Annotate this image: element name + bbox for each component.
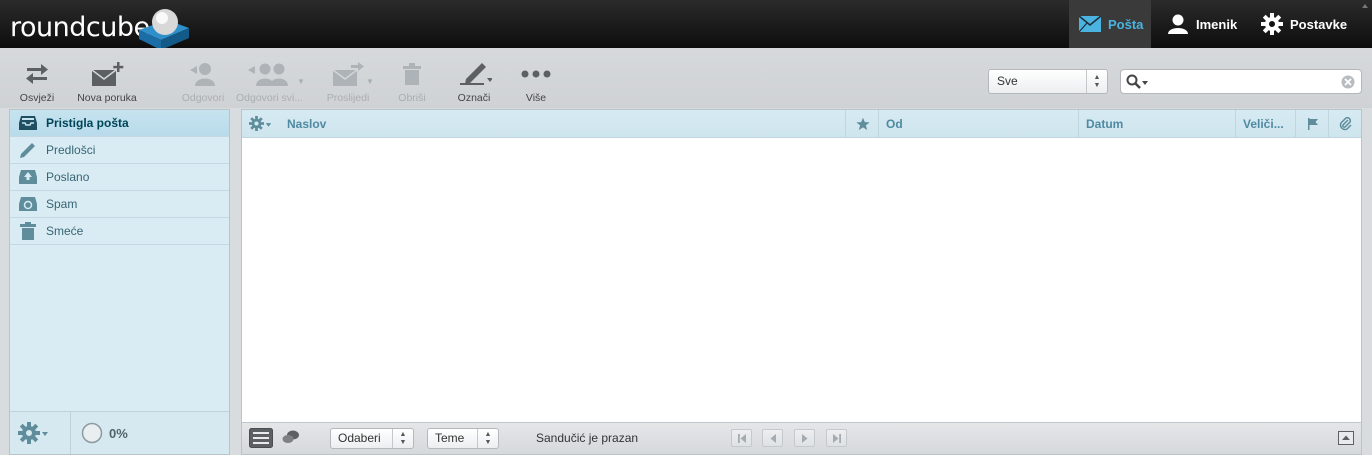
next-page-icon	[801, 433, 807, 443]
folder-inbox[interactable]: Pristigla pošta	[10, 110, 229, 137]
refresh-arrows-icon	[14, 60, 60, 88]
filter-selected-value: Sve	[997, 74, 1018, 88]
pencil-icon	[18, 141, 38, 159]
select-spinner-icon: ▲ ▼	[392, 429, 413, 448]
list-view-button[interactable]	[249, 428, 273, 448]
folder-list-footer: 0%	[10, 411, 229, 454]
roundcube-logo-icon	[139, 9, 189, 50]
folder-label: Poslano	[46, 170, 90, 184]
list-options-button[interactable]	[242, 110, 280, 137]
folder-label: Pristigla pošta	[46, 116, 129, 130]
next-page-button[interactable]	[794, 429, 815, 447]
folder-label: Smeće	[46, 224, 84, 238]
reply-person-icon	[178, 60, 228, 88]
star-icon	[855, 117, 870, 130]
quota-indicator: 0%	[70, 412, 128, 454]
column-size[interactable]: Veliči...	[1235, 110, 1296, 137]
nav-mail-label: Pošta	[1108, 16, 1144, 32]
nav-settings[interactable]: Postavke	[1258, 0, 1358, 48]
gear-icon	[1261, 13, 1283, 35]
flag-icon	[1307, 117, 1318, 130]
folder-label: Spam	[46, 197, 78, 211]
logo-text: roundcube	[10, 12, 150, 43]
threads-view-button[interactable]	[282, 430, 302, 446]
column-flagged[interactable]	[845, 110, 879, 137]
previous-page-button[interactable]	[762, 429, 783, 447]
top-bar: roundcube Pošta Imenik Postavke	[0, 0, 1372, 50]
select-dropdown[interactable]: Odaberi ▲ ▼	[330, 428, 414, 449]
nav-settings-label: Postavke	[1290, 16, 1348, 32]
message-list: Naslov Od Datum Veliči... Odaberi ▲ ▼ Te…	[241, 109, 1362, 455]
trash-icon	[18, 222, 38, 240]
column-attachment[interactable]	[1328, 110, 1361, 137]
window-scrollbar[interactable]	[1358, 0, 1372, 48]
chevron-down-icon	[42, 432, 48, 436]
quota-pie-icon	[81, 422, 103, 444]
trash-icon	[392, 60, 432, 88]
toggle-preview-button[interactable]	[1338, 431, 1354, 445]
threads-icon	[282, 430, 299, 443]
preview-pane-icon	[1338, 431, 1354, 445]
threads-spinner-icon: ▲ ▼	[477, 429, 498, 448]
previous-page-icon	[770, 433, 776, 443]
forward-dropdown-icon[interactable]: ▼	[365, 60, 375, 86]
message-list-header: Naslov Od Datum Veliči...	[242, 110, 1361, 138]
folder-spam[interactable]: Spam	[10, 191, 229, 218]
chevron-down-icon	[265, 122, 272, 127]
gear-icon	[249, 116, 264, 131]
marker-pen-icon	[450, 60, 498, 88]
reply-all-button[interactable]: Odgovori svi...	[236, 60, 302, 104]
reply-button[interactable]: Odgovori	[178, 60, 228, 104]
last-page-button[interactable]	[826, 429, 847, 447]
spam-icon	[18, 196, 38, 212]
search-box	[1120, 69, 1362, 94]
column-subject[interactable]: Naslov	[280, 110, 846, 137]
folder-trash[interactable]: Smeće	[10, 218, 229, 245]
filter-select[interactable]: Sve ▲ ▼	[988, 69, 1108, 94]
nav-contacts[interactable]: Imenik	[1162, 0, 1250, 48]
search-clear-icon[interactable]	[1341, 75, 1355, 92]
nav-mail[interactable]: Pošta	[1069, 0, 1151, 48]
threads-dropdown[interactable]: Teme ▲ ▼	[427, 428, 499, 449]
filter-spinner-icon: ▲ ▼	[1086, 70, 1107, 93]
first-page-icon	[737, 433, 746, 443]
first-page-button[interactable]	[731, 429, 752, 447]
search-input[interactable]	[1157, 72, 1341, 93]
inbox-icon	[18, 115, 38, 131]
more-button[interactable]: Više	[516, 60, 556, 104]
new-message-icon	[72, 60, 142, 88]
column-from[interactable]: Od	[878, 110, 1079, 137]
nav-contacts-label: Imenik	[1196, 16, 1238, 32]
mark-button[interactable]: Označi	[450, 60, 498, 104]
person-icon	[1167, 14, 1189, 34]
reply-all-dropdown-icon[interactable]: ▼	[296, 60, 306, 86]
refresh-button[interactable]: Osvježi	[14, 60, 60, 104]
envelope-icon	[1079, 16, 1101, 32]
compose-button[interactable]: Nova poruka	[72, 60, 142, 104]
last-page-icon	[832, 433, 841, 443]
paperclip-icon	[1339, 116, 1352, 130]
search-icon[interactable]	[1126, 74, 1150, 90]
message-count-text: Sandučić je prazan	[536, 431, 639, 445]
message-list-footer: Odaberi ▲ ▼ Teme ▲ ▼ Sandučić je prazan	[242, 422, 1361, 454]
more-dots-icon	[516, 60, 556, 88]
folder-drafts[interactable]: Predlošci	[10, 137, 229, 164]
folder-actions-button[interactable]	[18, 422, 50, 444]
gear-icon	[18, 422, 40, 444]
sent-icon	[18, 169, 38, 185]
folder-sent[interactable]: Poslano	[10, 164, 229, 191]
reply-all-people-icon	[236, 60, 302, 88]
quota-text: 0%	[109, 425, 128, 441]
delete-button[interactable]: Obriši	[392, 60, 432, 104]
list-view-icon	[249, 428, 273, 448]
folder-list: Pristigla pošta Predlošci Poslano Spam S…	[9, 109, 230, 455]
folder-label: Predlošci	[46, 143, 96, 157]
toolbar: Osvježi Nova poruka Odgovori Odgovori sv…	[0, 48, 1372, 108]
column-date[interactable]: Datum	[1078, 110, 1236, 137]
column-flag[interactable]	[1295, 110, 1329, 137]
